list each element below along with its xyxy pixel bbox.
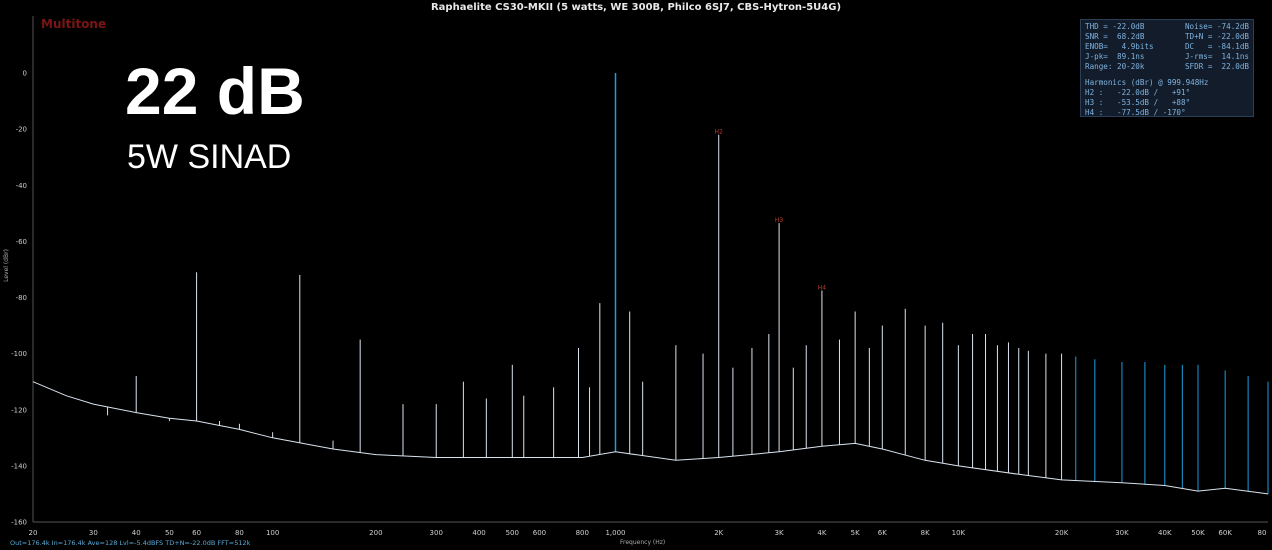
y-tick-label: -60 (16, 238, 27, 246)
y-tick-label: 0 (23, 70, 27, 78)
x-tick-label: 20 (29, 529, 38, 537)
x-tick-label: 2K (714, 529, 723, 537)
harmonics-header: Harmonics (dBr) @ 999.948Hz (1085, 78, 1209, 87)
footer-status: Out=176.4k In=176.4k Ave=128 Lvl=-5.4dBF… (10, 539, 251, 547)
x-tick-label: 300 (430, 529, 443, 537)
x-tick-label: 40K (1158, 529, 1172, 537)
stat-left: Range: 20-20k (1085, 62, 1145, 71)
x-tick-label: 8K (921, 529, 930, 537)
x-tick-label: 5K (851, 529, 860, 537)
x-tick-label: 40 (132, 529, 141, 537)
y-tick-label: -140 (11, 462, 27, 470)
harmonic-row: H2 : -22.0dB / +91° (1085, 88, 1191, 97)
stat-row: J-pk= 89.1ns J-rms= 14.1ns (1085, 52, 1249, 62)
harmonic-marker-label: H3 (775, 217, 784, 224)
x-tick-label: 100 (266, 529, 279, 537)
stat-right: J-rms= 14.1ns (1184, 52, 1249, 61)
stat-left: THD = -22.0dB (1085, 22, 1145, 31)
x-tick-label: 500 (506, 529, 519, 537)
y-axis-label: Level (dBr) (2, 249, 10, 282)
stat-right: DC = -84.1dB (1184, 42, 1249, 51)
x-tick-label: 6K (878, 529, 887, 537)
y-ticks: 0 -20 -40 -60 -80 -100 -120 -140 -160 (11, 70, 27, 527)
x-tick-label: 30K (1115, 529, 1129, 537)
x-tick-label: 600 (533, 529, 546, 537)
stat-right: SFDR = 22.0dB (1184, 62, 1249, 71)
stat-row: THD = -22.0dB Noise= -74.2dB (1085, 22, 1249, 32)
x-ticks: 20 30 40 50 60 80 100 200 300 400 500 600 800 1,000 2K… (29, 529, 1267, 537)
x-tick-label: 30 (89, 529, 98, 537)
sinad-value: 22 dB (125, 54, 305, 128)
x-tick-label: 60K (1218, 529, 1232, 537)
y-tick-label: -120 (11, 406, 27, 414)
x-tick-label: 200 (369, 529, 382, 537)
stat-right: Noise= -74.2dB (1184, 22, 1249, 31)
y-tick-label: -160 (11, 519, 27, 527)
stat-right: TD+N = -22.0dB (1184, 32, 1249, 41)
x-tick-label: 3K (775, 529, 784, 537)
y-tick-label: -100 (11, 350, 27, 358)
x-tick-label: 80 (1258, 529, 1267, 537)
x-tick-label: 50K (1191, 529, 1205, 537)
stat-row: Range: 20-20k SFDR = 22.0dB (1085, 62, 1249, 72)
harmonic-row: H3 : -53.5dB / +88° (1085, 98, 1191, 107)
stat-left: ENOB= 4.9bits (1085, 42, 1154, 51)
y-tick-label: -20 (16, 126, 27, 134)
y-tick-label: -80 (16, 294, 27, 302)
y-tick-label: -40 (16, 182, 27, 190)
harmonic-markers: H2 H3 H4 (715, 129, 827, 292)
harmonic-row: H4 : -77.5dB / -170° (1085, 108, 1186, 117)
x-tick-label: 800 (576, 529, 589, 537)
x-tick-label: 20K (1055, 529, 1069, 537)
noise-floor-series (32, 381, 1269, 495)
x-tick-label: 4K (817, 529, 826, 537)
stat-row: SNR = 68.2dB TD+N = -22.0dB (1085, 32, 1249, 42)
x-tick-label: 80 (235, 529, 244, 537)
x-tick-label: 400 (472, 529, 485, 537)
x-tick-label: 1,000 (605, 529, 625, 537)
x-tick-label: 60 (192, 529, 201, 537)
x-axis-label: Frequency (Hz) (620, 539, 666, 546)
sinad-subtitle: 5W SINAD (127, 138, 292, 176)
x-tick-label: 10K (952, 529, 966, 537)
harmonic-marker-label: H4 (818, 284, 827, 291)
stats-panel: THD = -22.0dB Noise= -74.2dB SNR = 68.2dB… (1080, 19, 1254, 117)
spurs-series (107, 73, 1269, 494)
harmonic-marker-label: H2 (715, 129, 724, 136)
stat-row: ENOB= 4.9bits DC = -84.1dB (1085, 42, 1249, 52)
x-tick-label: 50 (165, 529, 174, 537)
stat-left: SNR = 68.2dB (1085, 32, 1145, 41)
stat-left: J-pk= 89.1ns (1085, 52, 1145, 61)
